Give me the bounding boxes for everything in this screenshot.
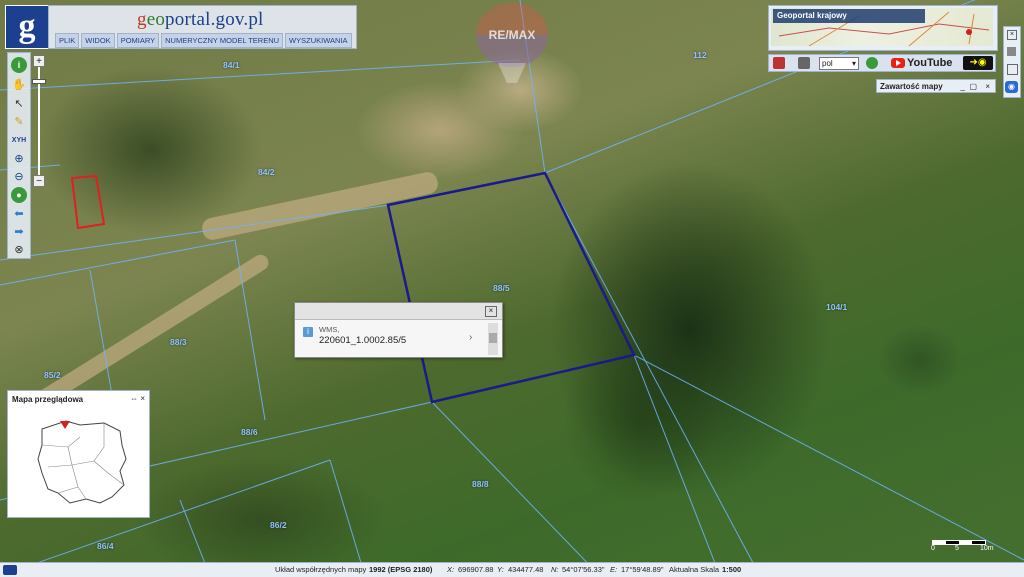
map-contents-panel[interactable]: Zawartość mapy _ ▢ × [876,79,996,93]
grid-icon[interactable] [1007,64,1018,75]
parcel-label: 112 [693,50,707,60]
parcel-label: 85/2 [44,370,61,380]
info-icon: i [303,327,313,337]
main-menu: PLIK WIDOK POMIARY NUMERYCZNY MODEL TERE… [55,33,352,48]
crs-prefix: Układ współrzędnych mapy [275,565,367,574]
language-select[interactable]: pol [819,56,859,70]
parcel-label: 84/2 [258,167,275,177]
close-icon[interactable]: × [1007,30,1017,40]
app-title: geoportal.gov.pl [137,9,264,31]
scale-value: 1:500 [722,565,742,574]
scale-label: 0 [931,545,935,552]
accessibility-eye-icon[interactable]: ➜◉ [963,56,993,70]
forward-arrow-icon[interactable]: ➡ [11,223,27,239]
xyz-coordinates-icon[interactable]: XYH [11,132,27,148]
parcel-label: 104/1 [826,302,848,312]
x-value: 696907.88 [458,565,494,574]
overview-map-panel[interactable]: Mapa przeglądowa ⇔ × [7,390,150,518]
title-accent: eo [146,9,166,30]
layers-icon[interactable] [1007,47,1016,56]
minimize-icon[interactable]: _ [961,80,965,94]
y-value: 434477.48 [508,565,544,574]
e-value: 17°59'48.89" [621,565,664,574]
popup-titlebar: × [295,303,502,320]
parcel-label: 88/5 [493,283,510,293]
parcel-label: 88/6 [241,427,258,437]
scale-label-text: Aktualna Skala [669,565,720,574]
locator-label: Geoportal krajowy [773,9,925,23]
locator-map[interactable]: Geoportal krajowy [768,5,998,51]
menu-pomiary[interactable]: POMIARY [116,33,160,48]
zoom-knob[interactable] [32,79,46,84]
chevron-right-icon[interactable]: › [469,332,472,343]
title-rest: portal.gov.pl [165,9,264,30]
geoportal-small-icon[interactable] [3,565,17,575]
scale-bar: 0 5 10m [930,538,994,552]
pan-hand-icon[interactable]: ✋ [11,76,27,92]
geoportal-logo[interactable]: g [5,5,49,49]
parcel-label: 88/3 [170,337,187,347]
logo-letter: g [18,8,36,45]
popup-scrollbar[interactable] [488,323,498,355]
map-contents-title: Zawartość mapy [880,82,943,91]
parcel-label: 86/4 [97,541,114,551]
youtube-link[interactable]: YouTube [891,57,952,69]
remax-text: RE/MAX [489,28,536,42]
scale-label: 10m [980,545,994,552]
pencil-icon[interactable]: ✎ [11,113,27,129]
app-header: geoportal.gov.pl PLIK WIDOK POMIARY NUME… [48,5,357,49]
parcel-label: 88/8 [472,479,489,489]
help-icon[interactable] [866,57,878,69]
right-tool-column: × ◉ [1003,26,1021,98]
close-icon[interactable]: × [985,80,990,94]
crs-value: 1992 (EPSG 2180) [369,565,433,574]
parcel-label: 84/1 [223,60,240,70]
printer-icon[interactable] [798,57,810,69]
scroll-thumb[interactable] [489,333,497,343]
y-label: Y: [497,565,504,574]
menu-wyszukiwania[interactable]: WYSZUKIWANIA [285,33,352,48]
select-arrow-icon[interactable]: ↖ [11,95,27,111]
zoom-in-icon[interactable]: ⊕ [11,150,27,166]
scale-label: 5 [955,545,959,552]
zoom-minus-button[interactable]: − [33,175,45,187]
zoom-out-icon[interactable]: ⊖ [11,168,27,184]
poland-outline-icon [37,420,127,504]
info-icon[interactable]: i [11,57,27,73]
feature-info-popup: × i WMS, 220601_1.0002.85/5 › [294,302,503,358]
scale-bar-graphic [932,540,986,545]
utility-toolbar: pol YouTube ➜◉ [768,54,996,72]
zoom-plus-button[interactable]: + [33,55,45,67]
popup-source: WMS, [319,325,340,334]
back-arrow-icon[interactable]: ⬅ [11,205,27,221]
menu-nmt[interactable]: NUMERYCZNY MODEL TERENU [161,33,284,48]
map-toolbar: i ✋ ↖ ✎ XYH ⊕ ⊖ ● ⬅ ➡ ⊗ [7,52,31,259]
youtube-icon [891,58,905,68]
e-label: E: [610,565,618,574]
globe-icon[interactable]: ● [11,187,27,203]
clear-icon[interactable]: ⊗ [11,241,27,257]
zoom-slider[interactable]: + − [32,55,46,188]
status-bar: Układ współrzędnych mapy 1992 (EPSG 2180… [0,562,1024,577]
print-preview-icon[interactable] [773,57,785,69]
n-value: 54°07'56.33" [562,565,605,574]
youtube-label: YouTube [907,57,953,69]
n-label: N: [551,565,559,574]
menu-widok[interactable]: WIDOK [81,33,115,48]
x-label: X: [447,565,455,574]
maximize-icon[interactable]: ▢ [969,80,977,94]
menu-plik[interactable]: PLIK [55,33,80,48]
popup-parcel-id[interactable]: 220601_1.0002.85/5 [319,335,406,346]
popup-close-icon[interactable]: × [485,306,497,317]
eye-icon[interactable]: ◉ [1005,81,1018,93]
remax-watermark: RE/MAX [476,3,548,83]
overview-title: Mapa przeglądowa [12,395,84,404]
parcel-label: 86/2 [270,520,287,530]
title-prefix: g [137,9,147,30]
overview-controls[interactable]: ⇔ × [130,394,145,403]
